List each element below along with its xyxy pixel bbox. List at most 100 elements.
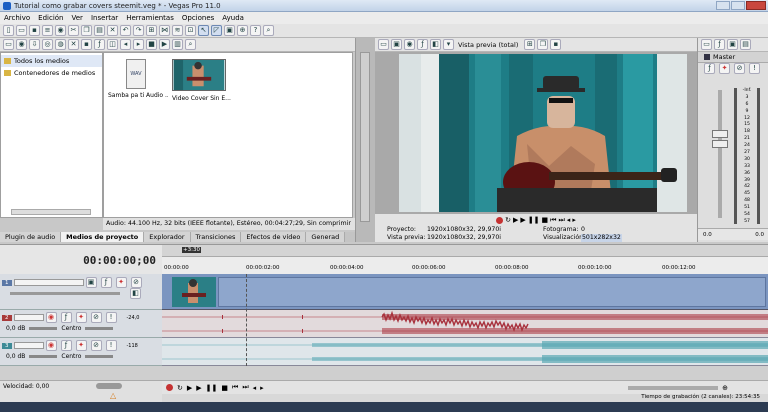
track-mute-icon[interactable]: ⊘: [130, 277, 142, 288]
marker-label[interactable]: +3:30: [182, 247, 201, 253]
zoom-slider[interactable]: [628, 385, 719, 390]
delete-icon[interactable]: ✕: [107, 25, 118, 36]
copy-snapshot-icon[interactable]: ❐: [537, 39, 549, 50]
auto-preview-icon[interactable]: ▶: [159, 39, 170, 50]
search-media-icon[interactable]: ⌕: [185, 39, 196, 50]
maximize-button[interactable]: [731, 1, 745, 10]
next-frame-icon[interactable]: ▸: [260, 384, 264, 392]
copy-icon[interactable]: ❐: [81, 25, 92, 36]
pause-icon[interactable]: ❚❚: [206, 384, 218, 392]
track-name-field[interactable]: [13, 314, 44, 321]
stop-media-icon[interactable]: ■: [146, 39, 157, 50]
ripple-icon[interactable]: ≋: [172, 25, 183, 36]
clean-icon[interactable]: ▪: [81, 39, 92, 50]
play-from-start-icon[interactable]: ▶: [513, 216, 518, 224]
save-icon[interactable]: ▪: [29, 25, 40, 36]
loop-icon[interactable]: ↻: [505, 216, 511, 224]
master-mute-icon[interactable]: ⊘: [734, 63, 745, 74]
track-auto-icon[interactable]: ✦: [75, 312, 87, 323]
record-icon[interactable]: [496, 216, 504, 224]
device-icon[interactable]: ▣: [391, 39, 402, 50]
get-media-icon[interactable]: ⇩: [29, 39, 40, 50]
volume-slider[interactable]: [29, 355, 58, 358]
timeline-ruler[interactable]: +3:30 00:00:00 00:00:02:00 00:00:04:00 0…: [162, 244, 768, 274]
tab-efectos-video[interactable]: Efectos de vídeo: [241, 232, 307, 242]
views-icon[interactable]: ▥: [172, 39, 183, 50]
render-icon[interactable]: ◉: [55, 25, 66, 36]
audio-track-lane-2[interactable]: [162, 310, 768, 338]
master-fader-2[interactable]: [712, 140, 728, 148]
video-track-lane[interactable]: [162, 274, 768, 310]
mixer-props-icon[interactable]: ▭: [701, 39, 712, 50]
track-fx-icon[interactable]: ƒ: [60, 312, 72, 323]
volume-slider[interactable]: [29, 327, 58, 330]
pan-slider[interactable]: [85, 327, 114, 330]
mixer-fx-icon[interactable]: ƒ: [714, 39, 725, 50]
pan-slider[interactable]: [85, 355, 114, 358]
undo-icon[interactable]: ↶: [120, 25, 131, 36]
prev-frame-icon[interactable]: ◂: [253, 384, 257, 392]
scroll-track[interactable]: [360, 52, 370, 222]
properties-icon[interactable]: ≡: [42, 25, 53, 36]
go-start-icon[interactable]: ⏮: [550, 216, 556, 225]
import-media-icon[interactable]: ▭: [3, 39, 14, 50]
menu-edicion[interactable]: Edición: [38, 14, 63, 22]
tree-item-contenedores[interactable]: Contenedores de medios: [1, 67, 102, 79]
track-motion-icon[interactable]: ▣: [85, 277, 97, 288]
fx-icon[interactable]: ƒ: [417, 39, 428, 50]
go-end-icon[interactable]: ⏭: [558, 216, 564, 225]
track-name-field[interactable]: [13, 279, 84, 286]
tree-item-todos[interactable]: Todos los medios: [1, 55, 102, 67]
prev-frame-icon[interactable]: ◂: [567, 216, 571, 224]
track-mute-icon[interactable]: ⊘: [90, 312, 102, 323]
track-fx-icon[interactable]: ƒ: [100, 277, 112, 288]
track-solo-icon[interactable]: !: [105, 312, 117, 323]
zoom-icon[interactable]: ⊕: [722, 384, 728, 392]
menu-opciones[interactable]: Opciones: [182, 14, 214, 22]
tab-generadores[interactable]: Generad: [306, 232, 346, 242]
stop-icon[interactable]: ■: [221, 384, 228, 392]
next-frame-icon[interactable]: ▸: [572, 216, 576, 224]
track-arm-icon[interactable]: ◉: [45, 340, 57, 351]
cut-icon[interactable]: ✂: [68, 25, 79, 36]
envelope-tool-icon[interactable]: ◸: [211, 25, 222, 36]
close-button[interactable]: [746, 1, 766, 10]
record-icon[interactable]: [166, 384, 173, 391]
autocrossfade-icon[interactable]: ⋈: [159, 25, 170, 36]
preview-mode-label[interactable]: Vista previa (total): [458, 41, 518, 49]
timeline-empty-area[interactable]: [162, 366, 768, 380]
selection-tool-icon[interactable]: ▣: [224, 25, 235, 36]
audio-track-lane-3[interactable]: [162, 338, 768, 366]
whats-this-icon[interactable]: ⌕: [263, 25, 274, 36]
open-folder-icon[interactable]: ▭: [16, 25, 27, 36]
master-fx-icon[interactable]: ƒ: [704, 63, 715, 74]
play-icon[interactable]: ▶: [520, 216, 525, 224]
web-icon[interactable]: ◍: [55, 39, 66, 50]
shuttle-slider[interactable]: [96, 383, 122, 389]
track-compositing-icon[interactable]: ◧: [130, 288, 141, 299]
lock-icon[interactable]: ⊡: [185, 25, 196, 36]
minimize-button[interactable]: [716, 1, 730, 10]
media-item-video[interactable]: Video Cover Sin E...: [172, 59, 232, 102]
paste-icon[interactable]: ▤: [94, 25, 105, 36]
track-auto-icon[interactable]: ✦: [115, 277, 127, 288]
zoom-tool-icon[interactable]: ⊕: [237, 25, 248, 36]
video-level-slider[interactable]: [10, 292, 120, 295]
preview-quality-icon[interactable]: ▾: [443, 39, 454, 50]
tab-medios-proyecto[interactable]: Medios de proyecto: [61, 232, 145, 242]
master-fader[interactable]: [712, 130, 728, 138]
track-solo-icon[interactable]: !: [105, 340, 117, 351]
menu-insertar[interactable]: Insertar: [91, 14, 118, 22]
master-solo-icon[interactable]: !: [749, 63, 760, 74]
menu-ver[interactable]: Ver: [72, 14, 83, 22]
track-header-audio-3[interactable]: 3 ◉ ƒ ✦ ⊘ ! -118 0,0 dB Centro: [0, 338, 162, 366]
overlays-icon[interactable]: ⊞: [524, 39, 536, 50]
menu-ayuda[interactable]: Ayuda: [222, 14, 244, 22]
preview-props-icon[interactable]: ▭: [378, 39, 389, 50]
pause-icon[interactable]: ❚❚: [528, 216, 540, 224]
track-fx-icon[interactable]: ƒ: [60, 340, 72, 351]
prev-icon[interactable]: ◂: [120, 39, 131, 50]
mixer-downmix-icon[interactable]: ▣: [727, 39, 738, 50]
tab-transiciones[interactable]: Transiciones: [190, 232, 242, 242]
media-item-audio[interactable]: WAV Samba pa ti Audio ...: [108, 59, 168, 99]
